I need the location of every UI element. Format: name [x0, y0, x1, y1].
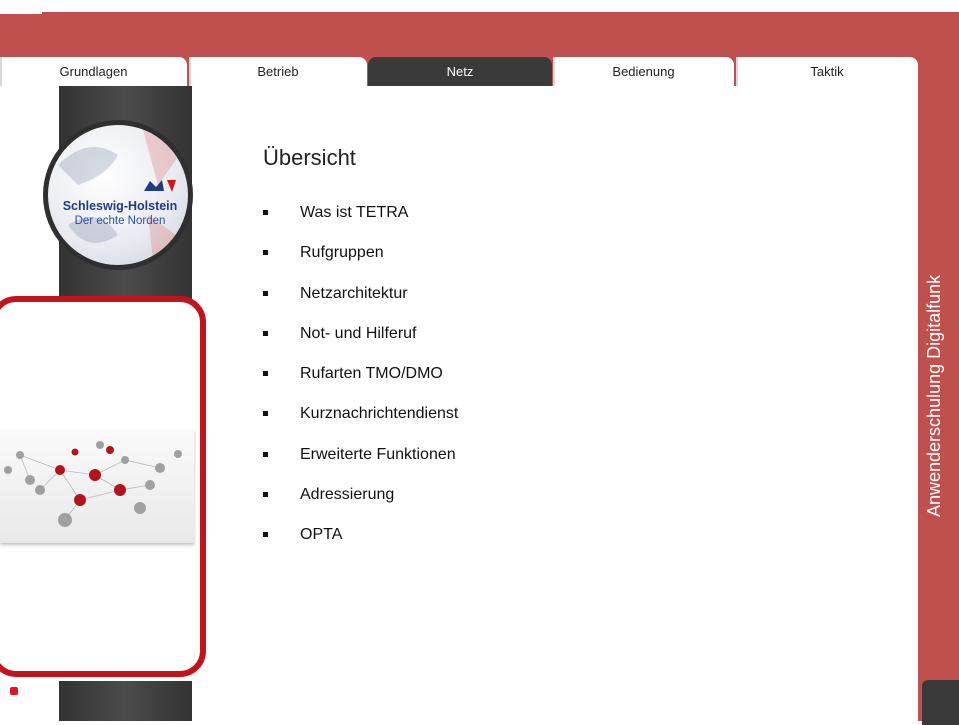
tab-netz[interactable]: Netz — [368, 57, 552, 87]
state-coat-of-arms-icon — [144, 180, 176, 192]
side-title: Anwenderschulung Digitalfunk — [924, 274, 944, 517]
bullet-icon — [263, 210, 268, 215]
top-strip — [0, 0, 959, 12]
tab-grundlagen[interactable]: Grundlagen — [0, 57, 187, 87]
logo-background-shape-icon — [58, 130, 183, 260]
bullet-icon — [263, 371, 268, 377]
bullet-icon — [263, 290, 268, 296]
network-image — [0, 430, 194, 543]
bullet-icon — [263, 330, 268, 336]
corner-button[interactable] — [922, 680, 959, 725]
left-pillar-bottom — [59, 681, 192, 721]
red-marker — [10, 687, 18, 695]
logo-text-slogan: Der echte Norden — [74, 215, 166, 227]
logo-text-state: Schleswig-Holstein — [62, 199, 178, 213]
bullet-icon — [263, 451, 268, 457]
tab-bedienung[interactable]: Bedienung — [553, 57, 734, 87]
bullet-icon — [263, 411, 268, 417]
bullet-icon — [263, 492, 268, 498]
bullet-icon — [263, 250, 268, 256]
bullet-icon — [263, 532, 268, 538]
page-title: Übersicht — [263, 145, 356, 170]
state-logo: Schleswig-Holstein Der echte Norden — [43, 120, 193, 270]
network-spheres-illustration — [4, 441, 182, 527]
top-corner — [0, 10, 42, 14]
tab-taktik[interactable]: Taktik — [736, 57, 918, 87]
tab-betrieb[interactable]: Betrieb — [189, 57, 367, 87]
tab-bar: Grundlagen Betrieb Netz Bedienung Taktik — [0, 57, 918, 87]
